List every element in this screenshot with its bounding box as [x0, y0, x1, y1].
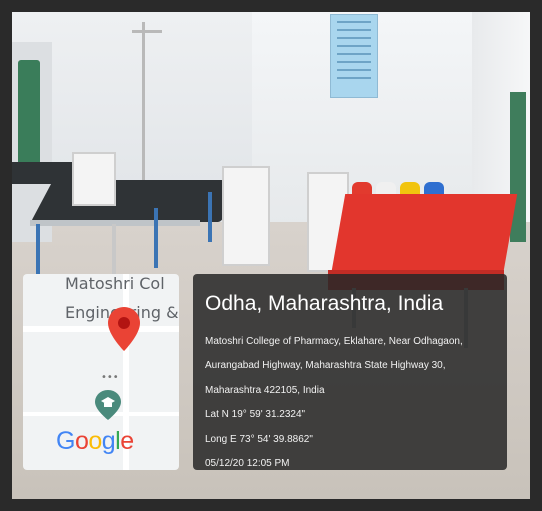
map-road [23, 326, 179, 332]
google-logo-text: Google [56, 427, 134, 455]
google-logo-letter: e [120, 427, 134, 455]
map-place-label-1: Matoshri Col [65, 274, 165, 293]
map-thumbnail: Matoshri Col Engineering & ••• Google [23, 274, 179, 470]
google-logo-letter: o [88, 427, 102, 455]
map-dots: ••• [101, 372, 119, 383]
address-line-1: Matoshri College of Pharmacy, Eklahare, … [205, 336, 463, 347]
address-line-2: Aurangabad Highway, Maharashtra State Hi… [205, 360, 446, 371]
iv-stand-hook [132, 30, 162, 33]
longitude: Long E 73° 54' 39.8862" [205, 434, 313, 445]
examination-bed-red [330, 194, 518, 276]
google-logo-letter: o [74, 427, 89, 455]
google-logo-letter: G [56, 427, 75, 455]
google-logo-letter: g [101, 427, 116, 455]
side-cabinet [72, 152, 116, 206]
map-pin-icon [108, 307, 140, 351]
iv-stand [142, 22, 145, 192]
wall-notice [330, 14, 378, 98]
location-title: Odha, Maharashtra, India [205, 292, 444, 315]
timestamp: 05/12/20 12:05 PM [205, 458, 290, 469]
address-line-3: Maharashtra 422105, India [205, 385, 325, 396]
latitude: Lat N 19° 59' 31.2324" [205, 409, 306, 420]
bed-leg [208, 192, 212, 242]
google-logo: Google [56, 427, 134, 456]
geotag-info-box: Odha, Maharashtra, India Matoshri Colleg… [193, 274, 507, 470]
instrument-trolley [222, 166, 270, 266]
graduation-cap-icon [95, 390, 121, 420]
bed-leg [154, 208, 158, 268]
